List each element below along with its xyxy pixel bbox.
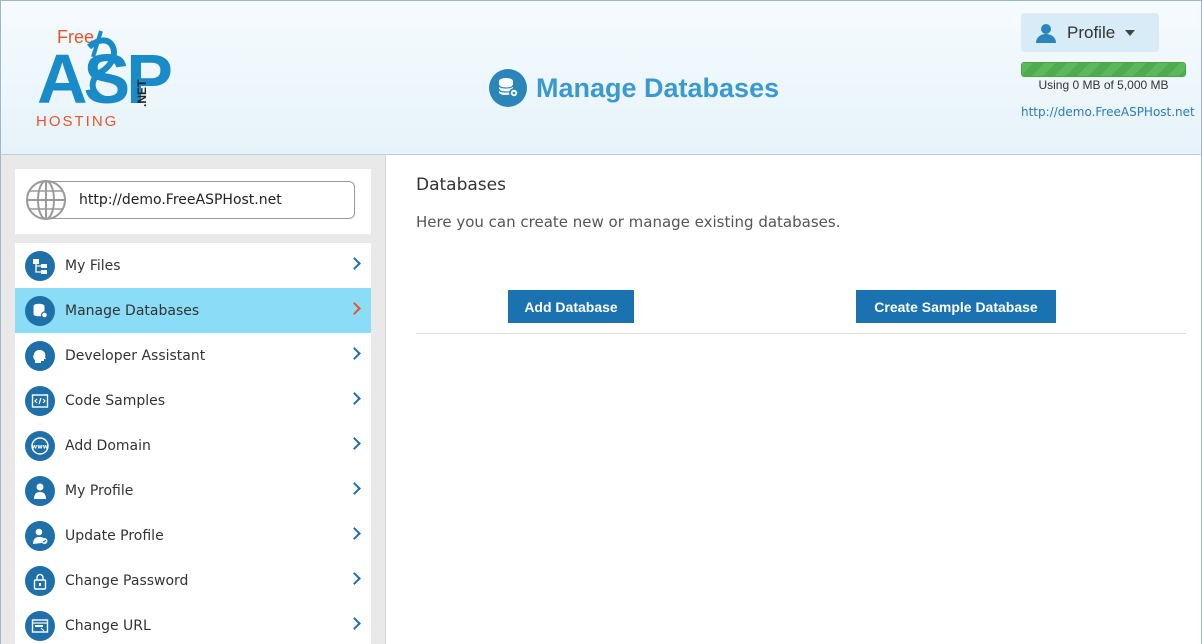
chevron-right-icon: [348, 302, 361, 315]
sidebar-item-manage-databases[interactable]: Manage Databases: [15, 288, 371, 333]
site-url-link[interactable]: http://demo.FreeASPHost.net: [1021, 105, 1195, 119]
divider: [416, 333, 1186, 334]
chevron-right-icon: [348, 572, 361, 585]
page-heading: Manage Databases: [489, 68, 779, 108]
sidebar-item-label: Manage Databases: [65, 302, 200, 319]
storage-usage-text: Using 0 MB of 5,000 MB: [1038, 78, 1169, 92]
logo-hosting-text: HOSTING: [36, 113, 119, 130]
chevron-right-icon: [348, 347, 361, 360]
database-gear-icon: [25, 295, 55, 326]
storage-usage-bar: [1021, 62, 1186, 77]
sidebar-menu: My Files Manage Databases Developer Assist…: [15, 243, 371, 644]
sidebar-item-label: Developer Assistant: [65, 347, 206, 364]
logo-net-text: .NET: [135, 79, 149, 107]
chevron-right-icon: [348, 437, 361, 450]
logo-swirl-icon: [86, 30, 121, 103]
sidebar-item-add-domain[interactable]: www Add Domain: [15, 423, 371, 468]
sidebar-item-label: My Files: [65, 257, 121, 274]
chevron-right-icon: [348, 482, 361, 495]
globe-icon: [26, 180, 66, 220]
sidebar: http://demo.FreeASPHost.net My Files Mana…: [0, 155, 385, 644]
profile-label: Profile: [1067, 22, 1116, 42]
profile-dropdown-button[interactable]: Profile: [1021, 13, 1159, 52]
add-database-button[interactable]: Add Database: [508, 290, 634, 323]
chevron-down-icon: [1125, 29, 1136, 36]
database-gear-icon: [489, 69, 527, 107]
section-description: Here you can create new or manage existi…: [416, 213, 841, 231]
user-icon: [1036, 23, 1056, 43]
create-sample-database-button[interactable]: Create Sample Database: [856, 290, 1056, 323]
sidebar-item-my-profile[interactable]: My Profile: [15, 468, 371, 513]
sidebar-item-code-samples[interactable]: Code Samples: [15, 378, 371, 423]
user-edit-icon: [25, 520, 55, 551]
chevron-right-icon: [348, 527, 361, 540]
site-url-panel: http://demo.FreeASPHost.net: [15, 169, 371, 234]
sidebar-item-change-password[interactable]: Change Password: [15, 558, 371, 603]
main-content: Databases Here you can create new or man…: [385, 155, 1202, 644]
lock-icon: [25, 565, 55, 596]
folder-tree-icon: [25, 250, 55, 281]
head-brain-icon: [25, 340, 55, 371]
chevron-right-icon: [348, 257, 361, 270]
www-globe-icon: www: [25, 430, 55, 461]
code-window-icon: [25, 385, 55, 416]
freeasphosting-logo[interactable]: Free ASP HOSTING .NET: [31, 23, 181, 135]
sidebar-item-label: Update Profile: [65, 527, 164, 544]
svg-text:www: www: [32, 443, 49, 450]
sidebar-item-label: Code Samples: [65, 392, 166, 409]
sidebar-item-update-profile[interactable]: Update Profile: [15, 513, 371, 558]
header: Free ASP HOSTING .NET Manage Databases P: [0, 0, 1202, 155]
chevron-right-icon: [348, 617, 361, 630]
site-url-field[interactable]: http://demo.FreeASPHost.net: [45, 181, 355, 219]
sidebar-item-developer-assistant[interactable]: Developer Assistant: [15, 333, 371, 378]
sidebar-item-label: Change Password: [65, 572, 189, 589]
sidebar-item-my-files[interactable]: My Files: [15, 243, 371, 288]
section-title: Databases: [416, 175, 506, 195]
sidebar-item-label: My Profile: [65, 482, 134, 499]
sidebar-item-change-url[interactable]: Change URL: [15, 603, 371, 644]
sidebar-item-label: Change URL: [65, 617, 151, 634]
browser-url-icon: [25, 610, 55, 641]
storage-usage-fill: [1022, 63, 1185, 76]
page-title: Manage Databases: [536, 72, 780, 103]
chevron-right-icon: [348, 392, 361, 405]
user-icon: [25, 475, 55, 506]
sidebar-item-label: Add Domain: [65, 437, 151, 454]
